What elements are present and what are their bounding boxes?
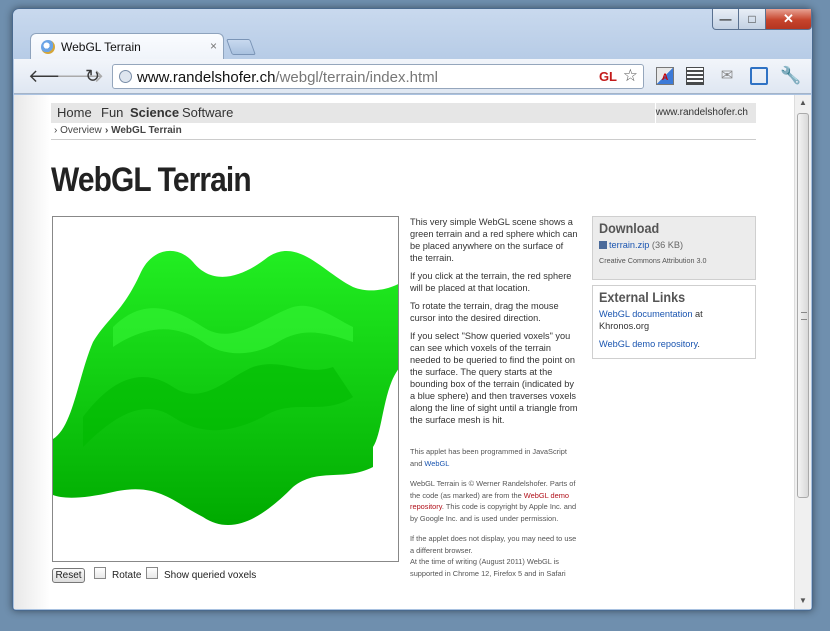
download-heading: Download xyxy=(599,220,660,236)
url-text[interactable]: www.randelshofer.ch/webgl/terrain/index.… xyxy=(137,69,438,86)
translate-icon[interactable]: A xyxy=(656,67,674,85)
minimize-icon: — xyxy=(719,12,732,26)
favicon-icon xyxy=(41,40,55,54)
screen-capture-icon[interactable] xyxy=(750,67,768,85)
nav-fun[interactable]: Fun xyxy=(101,105,123,120)
maximize-icon: □ xyxy=(748,12,756,26)
scroll-up-icon[interactable]: ▲ xyxy=(795,95,811,111)
external-links-box: External Links WebGL documentation at Kh… xyxy=(592,285,756,359)
show-voxels-checkbox[interactable] xyxy=(146,567,158,579)
maximize-button[interactable]: □ xyxy=(739,9,766,30)
webgl-link[interactable]: WebGL xyxy=(424,459,449,468)
desc-paragraph-2: If you click at the terrain, the red sph… xyxy=(410,271,572,293)
tab-webgl-terrain[interactable]: WebGL Terrain × xyxy=(30,33,224,59)
bookmark-star-icon[interactable]: ☆ xyxy=(623,66,638,86)
nav-home[interactable]: Home xyxy=(57,105,92,120)
reload-icon[interactable]: ↻ xyxy=(85,66,100,87)
external-link-1-line: WebGL documentation at Khronos.org xyxy=(599,308,749,332)
site-nav: Home Fun Science Software www.randelshof… xyxy=(51,103,756,123)
scroll-down-icon[interactable]: ▼ xyxy=(795,593,811,609)
display-note-2: At the time of writing (August 2011) Web… xyxy=(410,557,566,578)
description: This very simple WebGL scene shows a gre… xyxy=(410,216,578,579)
nav-software[interactable]: Software xyxy=(182,105,233,120)
wrench-icon[interactable]: 🔧 xyxy=(780,67,801,85)
vertical-scrollbar[interactable]: ▲ ▼ xyxy=(794,95,811,609)
close-icon: ✕ xyxy=(783,11,794,26)
close-window-button[interactable]: ✕ xyxy=(766,9,812,30)
url-host: www.randelshofer.ch xyxy=(137,69,276,86)
tab-title: WebGL Terrain xyxy=(61,40,141,54)
reset-button[interactable]: Reset xyxy=(52,568,85,583)
address-bar[interactable]: www.randelshofer.ch/webgl/terrain/index.… xyxy=(112,64,644,89)
url-path: /webgl/terrain/index.html xyxy=(275,69,438,86)
file-size: (36 KB) xyxy=(649,240,684,250)
page-margin xyxy=(14,95,50,609)
page-globe-icon xyxy=(119,70,132,83)
desc-paragraph-1: This very simple WebGL scene shows a gre… xyxy=(410,217,578,263)
desc-paragraph-4: If you select "Show queried voxels" you … xyxy=(410,331,578,425)
copyright-note: WebGL Terrain is © Werner Randelshofer. … xyxy=(410,478,578,524)
link2-period: . xyxy=(697,339,700,349)
terrain-render xyxy=(53,250,398,526)
file-icon xyxy=(599,241,607,249)
nav-science[interactable]: Science xyxy=(130,105,179,120)
license-text: Creative Commons Attribution 3.0 xyxy=(599,256,707,265)
qr-code-icon[interactable] xyxy=(686,67,704,85)
browser-window: — □ ✕ WebGL Terrain × 🡐 🡒 ↻ www.randelsh… xyxy=(12,8,813,611)
download-link[interactable]: terrain.zip xyxy=(609,240,649,250)
tab-close-icon[interactable]: × xyxy=(210,39,217,53)
webgl-demo-repo-link[interactable]: WebGL demo repository xyxy=(599,339,697,349)
download-line: terrain.zip (36 KB) xyxy=(599,239,749,251)
display-note-1: If the applet does not display, you may … xyxy=(410,534,577,555)
display-note: If the applet does not display, you may … xyxy=(410,533,578,579)
minimize-button[interactable]: — xyxy=(712,9,739,30)
page-title: WebGL Terrain xyxy=(51,161,252,199)
mail-icon[interactable]: ✉ xyxy=(718,67,736,85)
rotate-checkbox[interactable] xyxy=(94,567,106,579)
download-box: Download terrain.zip (36 KB) Creative Co… xyxy=(592,216,756,280)
web-page: Home Fun Science Software www.randelshof… xyxy=(51,95,756,609)
breadcrumb: › Overview › WebGL Terrain xyxy=(51,123,756,140)
new-tab-button[interactable] xyxy=(226,39,256,55)
show-voxels-label: Show queried voxels xyxy=(164,570,257,581)
rotate-label: Rotate xyxy=(112,570,142,581)
webgl-terrain-canvas[interactable] xyxy=(52,216,399,562)
desc-paragraph-3: To rotate the terrain, drag the mouse cu… xyxy=(410,301,559,323)
grip-icon xyxy=(801,312,807,320)
site-name-link[interactable]: www.randelshofer.ch xyxy=(656,107,748,118)
browser-toolbar: 🡐 🡒 ↻ www.randelshofer.ch/webgl/terrain/… xyxy=(14,59,811,94)
webgl-badge-icon[interactable]: GL xyxy=(599,69,617,84)
webgl-docs-link[interactable]: WebGL documentation xyxy=(599,309,692,319)
page-viewport: Home Fun Science Software www.randelshof… xyxy=(14,95,811,609)
external-link-2-line: WebGL demo repository. xyxy=(599,338,749,350)
breadcrumb-current: › WebGL Terrain xyxy=(105,125,182,136)
breadcrumb-overview[interactable]: › Overview xyxy=(54,125,102,136)
external-links-heading: External Links xyxy=(599,289,686,305)
js-note: This applet has been programmed in JavaS… xyxy=(410,446,578,469)
scroll-thumb[interactable] xyxy=(797,113,809,498)
